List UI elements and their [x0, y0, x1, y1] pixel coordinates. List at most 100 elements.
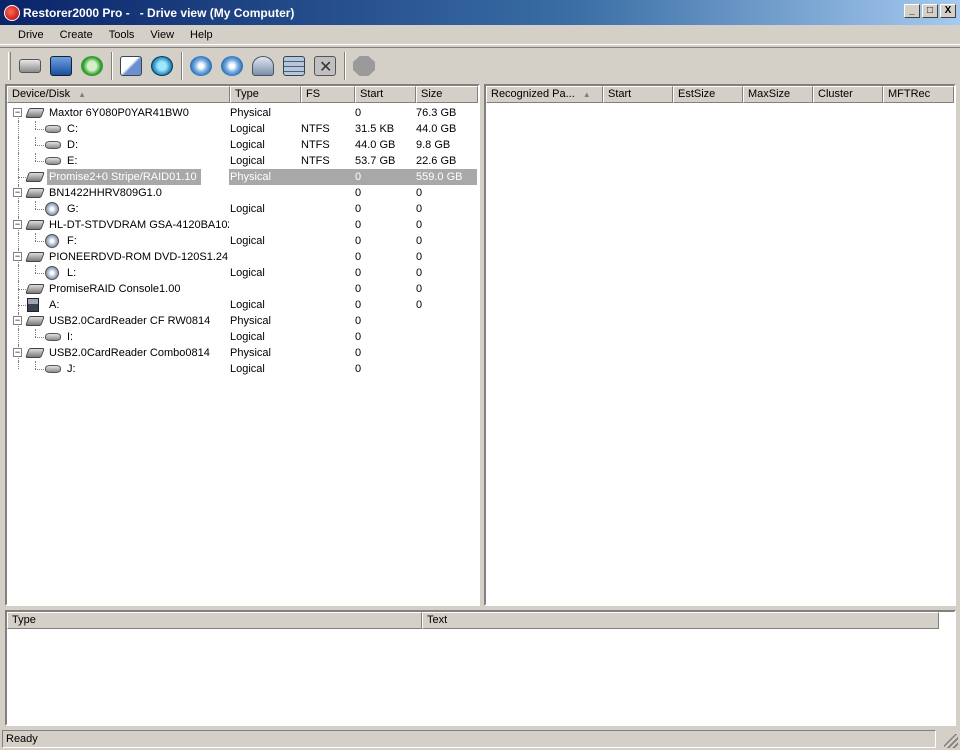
device-size: 9.8 GB [416, 139, 451, 151]
device-cell: − PIONEERDVD-ROM DVD-120S1.24 [7, 249, 229, 265]
device-row[interactable]: − USB2.0CardReader Combo0814 Physical 0 [7, 345, 478, 361]
device-type [230, 217, 302, 233]
device-fs [301, 185, 354, 201]
device-type: Logical [230, 299, 265, 311]
device-name: Promise2+0 Stripe/RAID01.10 [47, 169, 201, 185]
collapse-toggle-icon[interactable]: − [13, 188, 22, 197]
col-start[interactable]: Start [603, 86, 673, 103]
tree-line [35, 129, 44, 130]
device-row[interactable]: − BN1422HHRV809G1.0 0 0 [7, 185, 478, 201]
refresh-button[interactable] [77, 51, 107, 81]
disk-add-button[interactable] [217, 51, 247, 81]
col-recognized-partitions[interactable]: Recognized Pa... ▲ [486, 86, 603, 103]
menu-bar: Drive Create Tools View Help [0, 25, 960, 45]
collapse-toggle-icon[interactable]: − [13, 220, 22, 229]
device-row[interactable]: − HL-DT-STDVDRAM GSA-4120BA102 0 0 [7, 217, 478, 233]
stop-icon [353, 56, 375, 76]
drive-button[interactable] [15, 51, 45, 81]
col-log-text[interactable]: Text [422, 612, 939, 629]
network-drive-button[interactable] [248, 51, 278, 81]
window-title: Restorer2000 Pro - - Drive view (My Comp… [23, 5, 295, 20]
device-cell: I: [7, 329, 229, 345]
device-row[interactable]: L: Logical 0 0 [7, 265, 478, 281]
maximize-button[interactable]: □ [922, 4, 938, 18]
menu-view[interactable]: View [142, 27, 182, 43]
col-maxsize[interactable]: MaxSize [743, 86, 813, 103]
volume-icon [45, 333, 61, 341]
device-size: 0 [416, 283, 423, 295]
col-fs[interactable]: FS [301, 86, 355, 103]
log-pane[interactable]: Type Text [5, 610, 956, 726]
device-row[interactable]: A: Logical 0 0 [7, 297, 478, 313]
tree-line [18, 201, 19, 217]
tree-line [35, 265, 36, 273]
scan-icon [151, 56, 173, 76]
title-bar: Restorer2000 Pro - - Drive view (My Comp… [0, 0, 960, 25]
copy-button[interactable] [116, 51, 146, 81]
device-start: 0 [355, 219, 362, 231]
minimize-button[interactable]: _ [904, 4, 920, 18]
device-type: Physical [230, 107, 271, 119]
device-row[interactable]: G: Logical 0 0 [7, 201, 478, 217]
computer-network-button[interactable] [46, 51, 76, 81]
device-row[interactable]: J: Logical 0 [7, 361, 478, 377]
device-name: PromiseRAID Console1.00 [49, 283, 181, 295]
menu-tools[interactable]: Tools [101, 27, 143, 43]
device-start: 0 [355, 235, 362, 247]
close-button[interactable]: X [940, 4, 956, 18]
cancel-tool-icon [314, 56, 336, 77]
tree-line [35, 329, 36, 337]
hard-disk-icon [25, 252, 45, 262]
menu-create[interactable]: Create [52, 27, 101, 43]
device-row[interactable]: PromiseRAID Console1.00 0 0 [7, 281, 478, 297]
device-name: I: [67, 331, 74, 343]
device-row[interactable]: I: Logical 0 [7, 329, 478, 345]
menu-drive[interactable]: Drive [10, 27, 52, 43]
device-row[interactable]: C: Logical NTFS 31.5 KB 44.0 GB [7, 121, 478, 137]
toolbar-grip[interactable] [8, 52, 11, 80]
device-cell: PromiseRAID Console1.00 [7, 281, 229, 297]
collapse-toggle-icon[interactable]: − [13, 348, 22, 357]
device-start: 0 [355, 363, 362, 375]
stacked-disks-button[interactable] [279, 51, 309, 81]
col-type[interactable]: Type [230, 86, 301, 103]
device-cell: L: [7, 265, 229, 281]
device-name: C: [67, 123, 78, 135]
collapse-toggle-icon[interactable]: − [13, 252, 22, 261]
menu-help[interactable]: Help [182, 27, 221, 43]
col-log-type[interactable]: Type [7, 612, 422, 629]
col-mftrec[interactable]: MFTRec [883, 86, 954, 103]
device-name: USB2.0CardReader CF RW0814 [49, 315, 211, 327]
device-row[interactable]: D: Logical NTFS 44.0 GB 9.8 GB [7, 137, 478, 153]
app-icon[interactable] [4, 4, 20, 21]
disk-find-button[interactable] [186, 51, 216, 81]
device-row[interactable]: F: Logical 0 0 [7, 233, 478, 249]
collapse-toggle-icon[interactable]: − [13, 108, 22, 117]
volume-icon [45, 157, 61, 165]
device-size: 0 [416, 203, 423, 215]
col-device-disk[interactable]: Device/Disk ▲ [7, 86, 230, 103]
tree-line [18, 305, 26, 306]
device-row[interactable]: − Maxtor 6Y080P0YAR41BW0 Physical 0 76.3 GB [7, 105, 478, 121]
device-list-pane[interactable]: Device/Disk ▲ Type FS Start Size − Maxtor … [5, 84, 480, 606]
col-size[interactable]: Size [416, 86, 478, 103]
resize-grip[interactable] [944, 734, 958, 748]
device-name: G: [67, 203, 79, 215]
device-start: 0 [355, 107, 362, 119]
device-row[interactable]: Promise2+0 Stripe/RAID01.10 Physical 0 559.… [7, 169, 478, 185]
stop-button[interactable] [349, 51, 379, 81]
hard-disk-icon [25, 348, 45, 358]
device-row[interactable]: E: Logical NTFS 53.7 GB 22.6 GB [7, 153, 478, 169]
col-cluster[interactable]: Cluster [813, 86, 883, 103]
device-row[interactable]: − PIONEERDVD-ROM DVD-120S1.24 0 0 [7, 249, 478, 265]
col-estsize[interactable]: EstSize [673, 86, 743, 103]
cancel-tool-button[interactable] [310, 51, 340, 81]
toolbar [0, 47, 960, 84]
col-device-disk-label: Device/Disk [12, 88, 71, 100]
col-start[interactable]: Start [355, 86, 416, 103]
device-row[interactable]: − USB2.0CardReader CF RW0814 Physical 0 [7, 313, 478, 329]
partitions-pane[interactable]: Recognized Pa... ▲ Start EstSize MaxSize … [484, 84, 956, 606]
scan-button[interactable] [147, 51, 177, 81]
col-recognized-partitions-label: Recognized Pa... [491, 88, 575, 100]
collapse-toggle-icon[interactable]: − [13, 316, 22, 325]
